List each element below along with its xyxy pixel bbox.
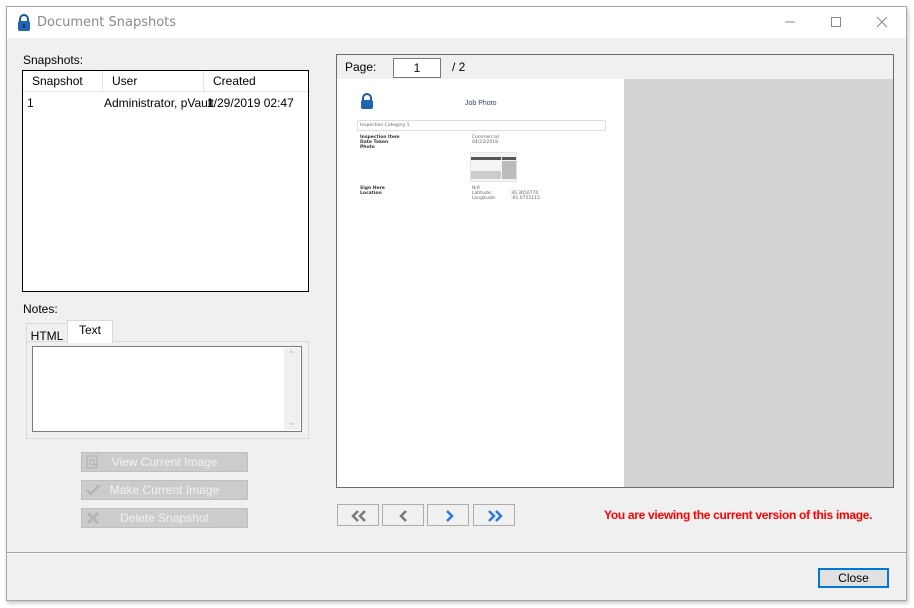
document-page: Job Photo Inspection Category 1 Inspecti…: [337, 79, 624, 487]
close-button[interactable]: Close: [818, 568, 889, 588]
document-viewer[interactable]: Page: 1 / 2 Job Photo Inspection Categor…: [336, 54, 894, 488]
photo-thumbnail: [470, 152, 517, 182]
magnifier-page-icon: [86, 455, 98, 469]
last-page-button[interactable]: [473, 504, 515, 526]
tab-html[interactable]: HTML: [26, 323, 68, 343]
chevron-right-icon: [446, 510, 454, 522]
make-current-image-button[interactable]: Make Current Image: [81, 480, 248, 500]
document-title: Job Photo: [465, 100, 497, 107]
next-page-button[interactable]: [427, 504, 469, 526]
location-value: -91.0752115: [511, 196, 540, 201]
list-header: Snapshot User Created: [23, 71, 308, 92]
document-snapshots-window: Document Snapshots Snapshots: Snapshot U…: [6, 6, 907, 601]
minimize-button[interactable]: [767, 7, 813, 38]
notes-input[interactable]: [33, 347, 281, 429]
scroll-up-icon[interactable]: ⌃: [287, 350, 295, 361]
field-label: Photo: [360, 145, 375, 150]
close-window-button[interactable]: [859, 7, 905, 38]
snapshots-list[interactable]: Snapshot User Created 1 Administrator, p…: [22, 70, 309, 292]
notes-scrollbar[interactable]: ⌃ ⌄: [284, 348, 300, 430]
document-section: Inspection Category 1: [360, 123, 410, 128]
notes-textbox[interactable]: ⌃ ⌄: [32, 346, 302, 432]
first-page-button[interactable]: [337, 504, 379, 526]
page-toolbar: Page: 1 / 2: [337, 55, 893, 79]
field-value: 04/23/2018: [472, 140, 498, 145]
document-section-box: Inspection Category 1: [357, 120, 606, 131]
page-label: Page:: [345, 60, 377, 74]
double-chevron-right-icon: [488, 510, 503, 522]
double-chevron-left-icon: [351, 510, 366, 522]
location-label: Longitude:: [472, 196, 496, 201]
delete-snapshot-button[interactable]: Delete Snapshot: [81, 508, 248, 528]
table-row[interactable]: 1 Administrator, pVault 1/29/2019 02:47: [23, 93, 308, 113]
field-label: Location: [360, 191, 382, 196]
view-current-image-label: View Current Image: [111, 455, 218, 469]
checkmark-icon: [86, 484, 100, 496]
footer-separator: [7, 552, 906, 554]
cell-user: Administrator, pVault: [104, 96, 214, 110]
document-logo-icon: [361, 93, 373, 109]
close-icon: [876, 16, 888, 28]
status-message: You are viewing the current version of t…: [604, 508, 873, 522]
title-bar: Document Snapshots: [7, 7, 906, 38]
maximize-icon: [831, 17, 841, 27]
column-header-snapshot[interactable]: Snapshot: [23, 71, 103, 91]
tab-text[interactable]: Text: [67, 320, 113, 343]
make-current-image-label: Make Current Image: [109, 483, 220, 497]
x-icon: [86, 511, 100, 525]
minimize-icon: [785, 21, 795, 23]
window-title: Document Snapshots: [37, 15, 177, 30]
column-header-created[interactable]: Created: [204, 71, 308, 91]
view-current-image-button[interactable]: View Current Image: [81, 452, 248, 472]
delete-snapshot-label: Delete Snapshot: [120, 511, 209, 525]
chevron-left-icon: [399, 510, 407, 522]
page-number-input[interactable]: 1: [393, 58, 441, 78]
scroll-down-icon[interactable]: ⌄: [287, 417, 295, 428]
previous-page-button[interactable]: [382, 504, 424, 526]
cell-created: 1/29/2019 02:47: [207, 96, 294, 110]
page-total: / 2: [452, 60, 466, 74]
column-header-user[interactable]: User: [103, 71, 204, 91]
cell-snapshot: 1: [27, 96, 34, 110]
snapshots-label: Snapshots:: [23, 53, 84, 67]
notes-label: Notes:: [23, 302, 58, 316]
maximize-button[interactable]: [813, 7, 859, 38]
padlock-icon: [18, 14, 30, 31]
